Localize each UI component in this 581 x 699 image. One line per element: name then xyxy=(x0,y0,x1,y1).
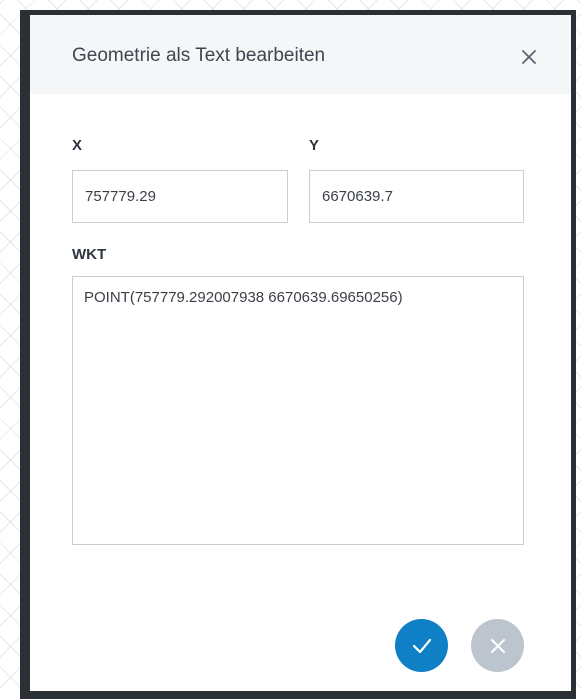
x-coordinate-input[interactable] xyxy=(72,170,288,223)
y-coordinate-input[interactable] xyxy=(309,170,524,223)
close-button[interactable] xyxy=(514,42,544,72)
edit-geometry-dialog: Geometrie als Text bearbeiten X Y WKT PO… xyxy=(30,15,571,691)
dialog-title: Geometrie als Text bearbeiten xyxy=(72,45,326,66)
cancel-button[interactable] xyxy=(471,619,524,672)
close-icon xyxy=(490,638,505,653)
confirm-button[interactable] xyxy=(395,619,448,672)
x-field-label: X xyxy=(72,137,83,154)
checkmark-icon xyxy=(412,638,431,653)
wkt-field-label: WKT xyxy=(72,246,107,263)
dialog-header: Geometrie als Text bearbeiten xyxy=(30,15,571,94)
wkt-textarea[interactable]: POINT(757779.292007938 6670639.69650256) xyxy=(72,276,524,545)
close-icon xyxy=(522,50,536,64)
y-field-label: Y xyxy=(309,137,320,154)
